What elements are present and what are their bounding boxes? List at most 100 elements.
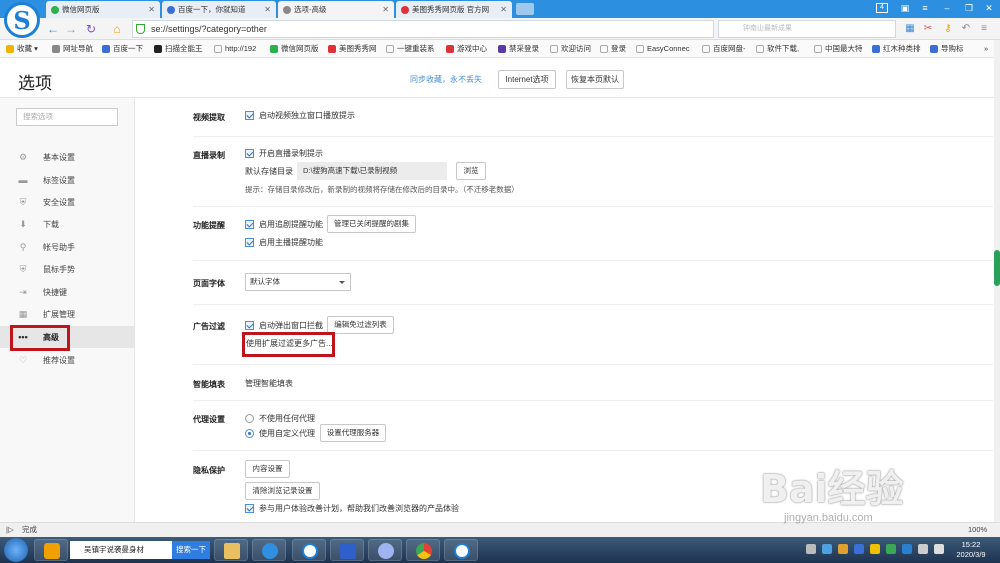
sidebar-item-basic[interactable]: ⚙ 基本设置 — [0, 146, 134, 168]
close-window-button[interactable]: ✕ — [982, 2, 996, 14]
font-select[interactable]: 默认字体 — [245, 273, 351, 291]
tray-icon[interactable] — [870, 544, 880, 554]
network-icon[interactable] — [918, 544, 928, 554]
taskbar-app-sogou-2[interactable] — [444, 539, 478, 561]
sogou-browser-logo[interactable]: S — [4, 2, 40, 38]
grid-icon[interactable]: ▦ — [904, 23, 916, 35]
radio-unchecked[interactable] — [245, 414, 254, 423]
menu-icon[interactable]: ≡ — [978, 23, 990, 35]
start-button[interactable] — [4, 538, 28, 562]
sidebar-item-download[interactable]: ⬇ 下载 — [0, 213, 134, 235]
close-icon[interactable]: ✕ — [148, 5, 155, 14]
restore-button[interactable]: ❐ — [962, 2, 976, 14]
tray-icon[interactable] — [902, 544, 912, 554]
custom-proxy-radio[interactable]: 使用自定义代理 — [245, 428, 315, 439]
bookmark-item[interactable]: 百度网盘- — [702, 43, 746, 55]
checkbox-checked[interactable] — [245, 504, 254, 513]
taskbar-search-input[interactable]: 吴镇宇说袭曼身材 — [70, 541, 172, 559]
tray-icon[interactable] — [854, 544, 864, 554]
bookmark-item[interactable]: 欢迎访问 — [550, 43, 591, 55]
sync-link[interactable]: 同步收藏，永不丢失 — [410, 74, 482, 85]
set-proxy-server-button[interactable]: 设置代理服务器 — [320, 424, 386, 442]
bookmark-item[interactable]: 导购标 — [930, 43, 964, 55]
security-shield-icon[interactable] — [136, 24, 145, 34]
bookmark-item[interactable]: 美图秀秀网 — [328, 43, 377, 55]
scrollbar-thumb[interactable] — [994, 250, 1000, 286]
key-icon[interactable]: ⚷ — [942, 23, 954, 35]
taskbar-app-chrome[interactable] — [406, 539, 440, 561]
browse-button[interactable]: 浏览 — [456, 162, 486, 180]
sidebar-item-tabs[interactable]: ▬ 标签设置 — [0, 169, 134, 191]
new-tab-button[interactable] — [516, 3, 534, 15]
home-icon[interactable]: ⌂ — [110, 22, 124, 36]
tab-baidu[interactable]: 百度一下，你就知道 ✕ — [162, 1, 276, 18]
popup-block-checkbox[interactable]: 启动弹出窗口拦截 — [245, 320, 323, 331]
bookmark-item[interactable]: 一键重装系 — [386, 43, 435, 55]
bookmark-item[interactable]: 红木种类排 — [872, 43, 921, 55]
taskbar-clock[interactable]: 15:22 2020/3/9 — [950, 540, 992, 560]
search-input[interactable]: 钟南山最新成果 — [718, 20, 896, 38]
taskbar-app[interactable] — [34, 539, 68, 561]
checkbox-checked[interactable] — [245, 321, 254, 330]
edit-whitelist-button[interactable]: 编辑免过滤列表 — [327, 316, 394, 334]
sidebar-item-extensions[interactable]: ▦ 扩展管理 — [0, 303, 134, 325]
minimize-button[interactable]: – — [940, 2, 954, 14]
bookmark-item[interactable]: 百度一下 — [102, 43, 143, 55]
menu-icon[interactable]: ≡ — [918, 2, 932, 14]
bookmark-item[interactable]: 游戏中心 — [446, 43, 487, 55]
checkbox-checked[interactable] — [245, 149, 254, 158]
clear-history-settings-button[interactable]: 清除浏览记录设置 — [245, 482, 320, 500]
bookmarks-more-button[interactable]: » — [984, 43, 988, 55]
manage-closed-reminders-button[interactable]: 管理已关闭提醒的剧集 — [327, 215, 416, 233]
sidebar-search-input[interactable]: 搜索选项 — [16, 108, 118, 126]
tray-icon[interactable] — [838, 544, 848, 554]
tab-options-advanced[interactable]: 选项-高级 ✕ — [278, 1, 394, 18]
radio-checked[interactable] — [245, 429, 254, 438]
back-icon[interactable]: ← — [46, 22, 60, 36]
tray-icon[interactable] — [806, 544, 816, 554]
tray-icon[interactable] — [886, 544, 896, 554]
sidebar-item-mouse-gesture[interactable]: ⛨ 鼠标手势 — [0, 258, 134, 280]
undo-icon[interactable]: ↶ — [960, 23, 972, 35]
bookmark-item[interactable]: 网址导航 — [52, 43, 93, 55]
bookmark-item[interactable]: http://192 — [214, 43, 256, 55]
close-icon[interactable]: ✕ — [500, 5, 507, 14]
restore-defaults-button[interactable]: 恢复本页默认 — [566, 70, 624, 89]
bookmark-favorites[interactable]: 收藏 ▾ — [6, 43, 38, 55]
sidebar-toggle-icon[interactable]: |▷ — [6, 523, 14, 537]
taskbar-app-cloud[interactable] — [368, 539, 402, 561]
scissors-icon[interactable]: ✂ — [922, 23, 934, 35]
manage-autofill-link[interactable]: 管理智能填表 — [245, 378, 293, 389]
no-proxy-radio[interactable]: 不使用任何代理 — [245, 413, 315, 424]
url-input[interactable]: se://settings/?category=other — [132, 20, 714, 38]
tab-count-badge[interactable]: 4 — [876, 3, 888, 13]
storage-dir-field[interactable]: D:\搜狗高速下载\已录制视频 — [297, 162, 447, 180]
experience-program-checkbox[interactable]: 参与用户体验改善计划，帮助我们改善浏览器的产品体验 — [245, 503, 459, 514]
live-record-checkbox[interactable]: 开启直播录制提示 — [245, 148, 323, 159]
streamer-reminder-checkbox[interactable]: 启用主播提醒功能 — [245, 237, 323, 248]
close-icon[interactable]: ✕ — [382, 5, 389, 14]
sidebar-item-account[interactable]: ⚲ 帐号助手 — [0, 236, 134, 258]
drama-reminder-checkbox[interactable]: 启用追剧提醒功能 — [245, 219, 323, 230]
tab-wechat[interactable]: 微信网页版 ✕ — [46, 1, 160, 18]
checkbox-checked[interactable] — [245, 111, 254, 120]
forward-icon[interactable]: → — [64, 22, 78, 36]
checkbox-checked[interactable] — [245, 238, 254, 247]
tab-meitu[interactable]: 美图秀秀网页版 官方网 ✕ — [396, 1, 512, 18]
content-settings-button[interactable]: 内容设置 — [245, 460, 290, 478]
tray-icon[interactable] — [822, 544, 832, 554]
taskbar-app-explorer[interactable] — [214, 539, 248, 561]
refresh-icon[interactable]: ↻ — [84, 22, 98, 36]
sidebar-item-security[interactable]: ⛨ 安全设置 — [0, 191, 134, 213]
bookmark-item[interactable]: 微信网页版 — [270, 43, 319, 55]
skin-icon[interactable]: ▣ — [898, 2, 912, 14]
video-popup-checkbox[interactable]: 启动视频独立窗口播放提示 — [245, 110, 355, 121]
bookmark-item[interactable]: 登录 — [600, 43, 626, 55]
taskbar-app-sogou[interactable] — [292, 539, 326, 561]
sidebar-item-shortcuts[interactable]: ⇥ 快捷键 — [0, 281, 134, 303]
taskbar-app-wps[interactable] — [330, 539, 364, 561]
taskbar-search-button[interactable]: 搜索一下 — [172, 541, 210, 559]
bookmark-item[interactable]: 禁采登录 — [498, 43, 539, 55]
volume-icon[interactable] — [934, 544, 944, 554]
close-icon[interactable]: ✕ — [264, 5, 271, 14]
